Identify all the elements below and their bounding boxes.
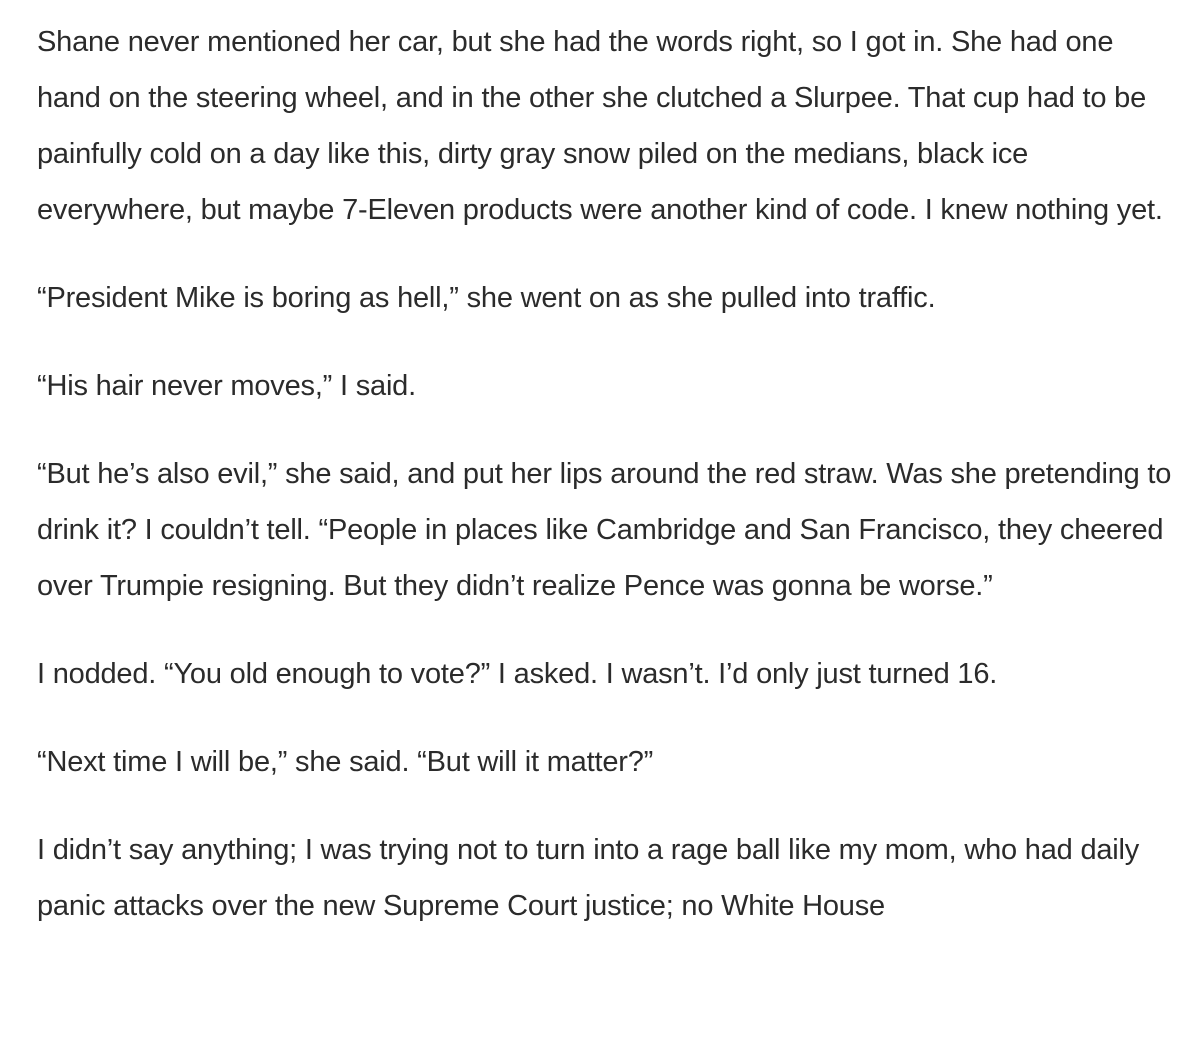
paragraph: “His hair never moves,” I said. [37, 370, 416, 402]
paragraph: “President Mike is boring as hell,” she … [37, 282, 936, 314]
paragraph: Shane never mentioned her car, but she h… [37, 26, 1163, 226]
paragraph: I didn’t say anything; I was trying not … [37, 834, 1140, 922]
article-body: Shane never mentioned her car, but she h… [37, 14, 1177, 966]
paragraph: “But he’s also evil,” she said, and put … [37, 458, 1172, 602]
paragraph: I nodded. “You old enough to vote?” I as… [37, 658, 998, 690]
paragraph: “Next time I will be,” she said. “But wi… [37, 746, 654, 778]
